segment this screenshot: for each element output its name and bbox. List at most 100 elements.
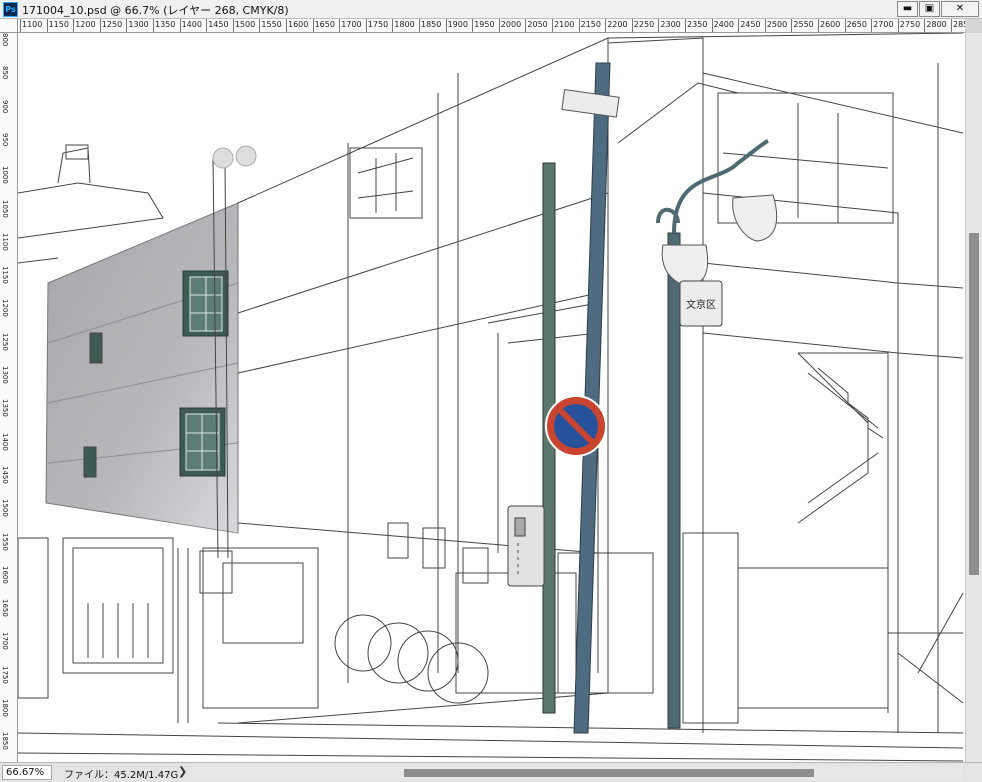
- ruler-tick: [764, 19, 766, 32]
- ruler-label: 1000: [1, 166, 9, 185]
- file-size-info: ファイル：45.2M/1.47G: [64, 770, 179, 781]
- vertical-ruler[interactable]: 800 850 900 950 1000 1050 1100 1150 1200 1250 1300…: [0, 33, 18, 762]
- ruler-label: 1600: [288, 20, 309, 29]
- ruler-tick: [791, 19, 793, 32]
- ruler-label: 1750: [1, 665, 9, 684]
- minimize-icon: ▬: [902, 3, 913, 14]
- ruler-label: 2150: [580, 20, 601, 29]
- ruler-label: 1050: [1, 199, 9, 218]
- ruler-label: 1350: [155, 20, 176, 29]
- zoom-level-field[interactable]: 66.67%: [2, 765, 52, 780]
- title-bar: Ps 171004_10.psd @ 66.7% (レイヤー 268, CMYK…: [0, 0, 982, 19]
- ruler-label: 1850: [421, 20, 442, 29]
- ruler-label: 1200: [75, 20, 96, 29]
- ruler-label: 2100: [554, 20, 575, 29]
- horizontal-ruler[interactable]: 1100 1150 1200 1250 1300 1350 1400 1450 1500 1550…: [18, 19, 965, 33]
- ruler-label: 1300: [1, 366, 9, 384]
- ruler-tick: [525, 19, 527, 32]
- ruler-label: 1700: [341, 20, 362, 29]
- ruler-tick: [738, 19, 740, 32]
- area-sign-text: 文京区: [686, 298, 716, 311]
- ruler-label: 1400: [181, 20, 202, 29]
- ruler-tick: [658, 19, 660, 32]
- ruler-label: 850: [1, 66, 9, 80]
- ruler-label: 1300: [128, 20, 149, 29]
- ruler-tick: [818, 19, 819, 32]
- ruler-label: 2650: [846, 20, 867, 29]
- ruler-origin[interactable]: [0, 19, 18, 33]
- ruler-tick: [445, 19, 447, 32]
- photoshop-icon[interactable]: Ps: [3, 2, 18, 17]
- ruler-tick: [552, 19, 553, 32]
- ruler-label: 1850: [1, 732, 9, 751]
- ruler-tick: [339, 19, 341, 32]
- ruler-label: 1250: [1, 332, 9, 351]
- ruler-tick: [844, 19, 846, 32]
- ruler-tick: [286, 19, 287, 32]
- minimize-button[interactable]: ▬: [897, 1, 918, 17]
- ruler-tick: [20, 19, 21, 32]
- ruler-tick: [99, 19, 101, 32]
- close-button[interactable]: ✕: [941, 1, 979, 17]
- document-canvas[interactable]: 文京区: [18, 33, 965, 762]
- ruler-label: 1650: [314, 20, 335, 29]
- ruler-tick: [206, 19, 208, 32]
- ruler-label: 1600: [1, 565, 9, 584]
- ruler-label: 900: [1, 99, 9, 113]
- maximize-icon: ▣: [924, 3, 935, 14]
- ruler-tick: [631, 19, 633, 32]
- ruler-tick: [711, 19, 713, 32]
- ruler-label: 1650: [1, 599, 9, 617]
- ruler-label: 800: [1, 33, 9, 47]
- ruler-label: 1800: [1, 699, 9, 717]
- horizontal-scroll-thumb[interactable]: [404, 769, 814, 777]
- line-art-illustration: 文京区: [18, 33, 964, 762]
- ruler-label: 1150: [1, 266, 9, 284]
- ruler-tick: [46, 19, 48, 32]
- status-menu-arrow-icon[interactable]: ❯: [178, 765, 187, 778]
- ruler-label: 1450: [1, 465, 9, 484]
- ruler-tick: [685, 19, 686, 32]
- document-title: 171004_10.psd @ 66.7% (レイヤー 268, CMYK/8): [22, 4, 289, 17]
- ruler-label: 950: [1, 132, 9, 147]
- ruler-tick: [73, 19, 75, 32]
- ruler-label: 1950: [474, 20, 495, 29]
- ruler-tick: [472, 19, 474, 32]
- ruler-tick: [924, 19, 926, 32]
- ruler-label: 2800: [926, 20, 947, 29]
- ruler-label: 1100: [22, 20, 43, 29]
- ruler-label: 1350: [1, 399, 9, 418]
- vertical-scrollbar[interactable]: [965, 33, 982, 762]
- ruler-label: 1550: [1, 532, 9, 551]
- ruler-label: 1550: [261, 20, 282, 29]
- ruler-label: 1150: [48, 20, 69, 29]
- ruler-label: 1400: [1, 432, 9, 451]
- ruler-tick: [578, 19, 580, 32]
- ruler-tick: [312, 19, 314, 32]
- ruler-label: 2250: [633, 20, 655, 29]
- ruler-tick: [498, 19, 500, 32]
- ruler-label: 1200: [1, 299, 9, 318]
- ruler-label: 2600: [820, 20, 841, 29]
- ruler-tick: [259, 19, 261, 32]
- close-icon: ✕: [955, 3, 965, 14]
- ruler-label: 2400: [713, 20, 734, 29]
- ruler-tick: [419, 19, 420, 32]
- ruler-label: 2450: [740, 20, 761, 29]
- horizontal-scrollbar[interactable]: [192, 766, 962, 780]
- ruler-label: 2300: [660, 20, 681, 29]
- maximize-button[interactable]: ▣: [919, 1, 940, 17]
- ruler-label: 2000: [500, 20, 522, 29]
- ruler-tick: [871, 19, 873, 32]
- ruler-tick: [365, 19, 367, 32]
- status-bar: 66.67% ファイル：45.2M/1.47G ❯: [0, 762, 982, 782]
- ruler-label: 1500: [234, 20, 256, 29]
- ruler-tick: [232, 19, 234, 32]
- ruler-tick: [897, 19, 899, 32]
- ruler-label: 2750: [899, 20, 921, 29]
- ruler-tick: [153, 19, 154, 32]
- ruler-tick: [179, 19, 181, 32]
- ruler-label: 1100: [1, 232, 9, 251]
- ruler-label: 1500: [1, 499, 9, 518]
- vertical-scroll-thumb[interactable]: [969, 233, 979, 575]
